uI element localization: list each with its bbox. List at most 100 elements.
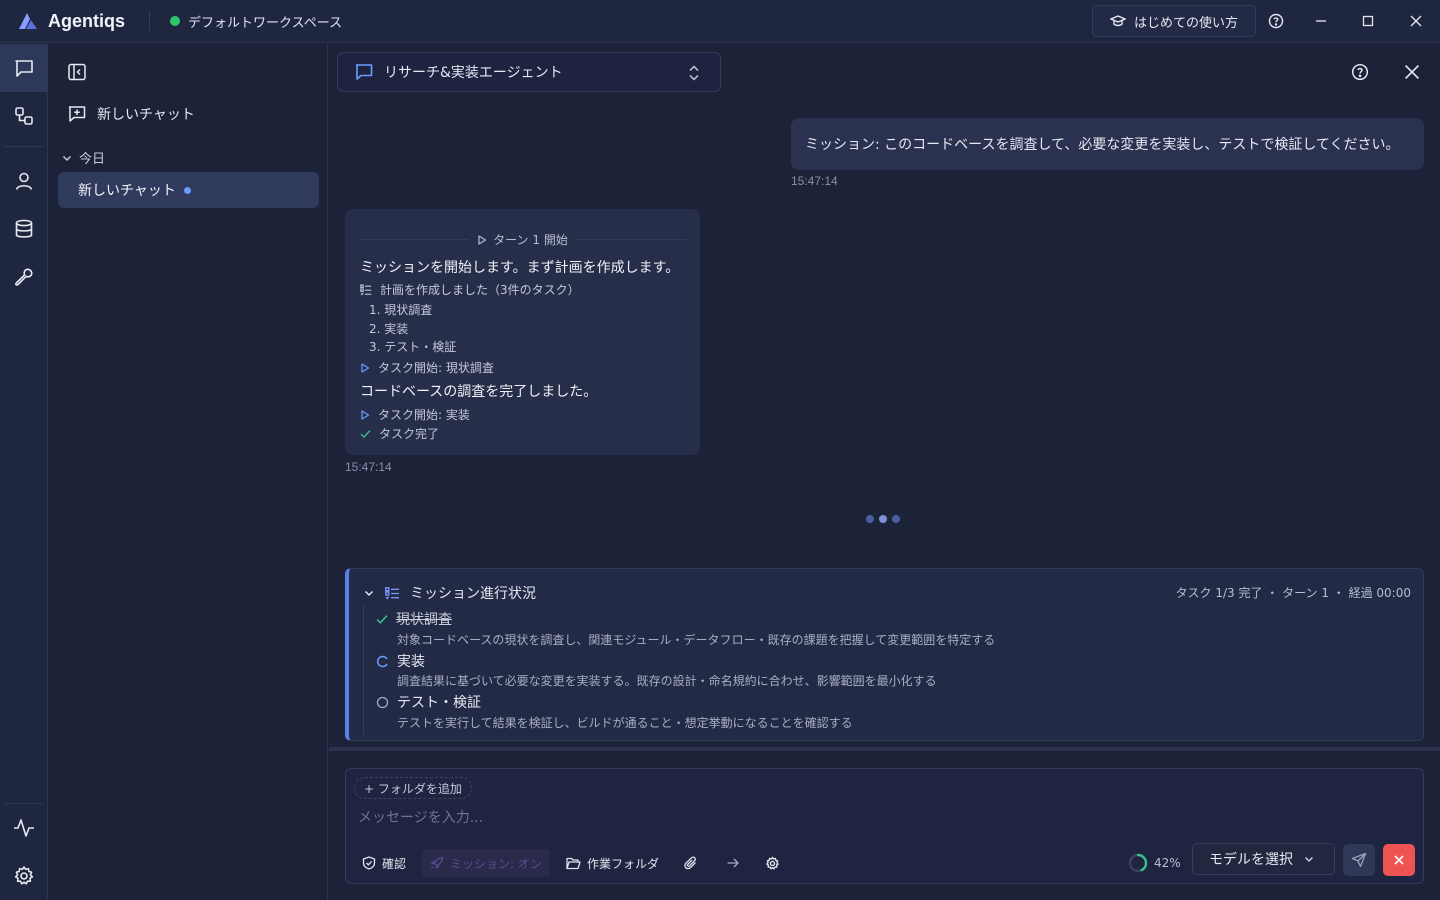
checklist-icon	[385, 586, 399, 599]
context-ring-icon	[1128, 853, 1148, 873]
model-selector-label: モデルを選択	[1209, 852, 1293, 868]
spinner-icon	[376, 655, 388, 667]
work-folder-button[interactable]: 作業フォルダ	[566, 849, 659, 877]
rail-chat-button[interactable]	[0, 44, 48, 92]
mission-task-item: 実装	[376, 651, 425, 671]
context-usage-indicator: 42%	[1128, 849, 1181, 877]
mission-task-title: 現状調査	[396, 612, 452, 628]
rocket-icon	[430, 856, 444, 870]
chat-bubble-icon	[355, 64, 373, 80]
composer-settings-button[interactable]	[765, 849, 780, 877]
sidebar-chat-item-label: 新しいチャット	[78, 183, 176, 199]
chevron-down-icon	[62, 155, 72, 161]
agent-message: ターン 1 開始 ミッションを開始します。まず計画を作成します。 計画を作成しま…	[345, 209, 700, 455]
close-icon	[1404, 64, 1420, 80]
chevron-up-down-icon	[689, 65, 699, 81]
new-chat-icon	[68, 106, 86, 122]
chat-sidebar: 新しいチャット 今日 新しいチャット	[49, 44, 328, 900]
help-circle-icon	[1351, 63, 1369, 81]
mission-task-desc: 対象コードベースの現状を調査し、関連モジュール・データフロー・既存の課題を把握し…	[397, 633, 996, 647]
typing-dot	[866, 515, 874, 523]
mission-progress-toggle[interactable]: ミッション進行状況	[363, 583, 536, 603]
mission-mode-label: ミッション: オン	[450, 856, 542, 871]
task-start-row: タスク開始: 現状調査	[360, 359, 494, 376]
chat-icon	[15, 60, 33, 77]
play-icon	[478, 234, 487, 245]
sidebar-chat-item[interactable]: 新しいチャット	[58, 172, 319, 208]
activity-pulse-icon	[14, 819, 34, 837]
forward-button[interactable]	[726, 849, 740, 877]
new-chat-button[interactable]: 新しいチャット	[67, 104, 195, 124]
workspace-switcher[interactable]: デフォルトワークスペース	[170, 12, 342, 31]
send-button[interactable]	[1343, 844, 1375, 876]
model-selector[interactable]: モデルを選択	[1192, 843, 1335, 875]
rail-workflow-button[interactable]	[0, 92, 48, 140]
close-chat-button[interactable]	[1403, 63, 1421, 81]
task-start-label: タスク開始: 実装	[378, 408, 470, 422]
mission-task-desc: 調査結果に基づいて必要な変更を実装する。既存の設計・命名規約に合わせ、影響範囲を…	[397, 674, 937, 688]
close-icon	[1410, 15, 1422, 27]
mission-task-title: テスト・検証	[397, 695, 481, 711]
play-icon	[361, 409, 370, 420]
message-input[interactable]	[358, 807, 1258, 829]
mission-task-title: 実装	[397, 654, 425, 670]
rail-settings-button[interactable]	[0, 852, 48, 900]
title-divider	[149, 11, 151, 31]
gear-icon	[766, 856, 779, 869]
close-window-button[interactable]	[1407, 12, 1425, 30]
workflow-icon	[15, 107, 33, 125]
collapse-sidebar-button[interactable]	[67, 62, 87, 82]
workspace-name: デフォルトワークスペース	[188, 15, 343, 31]
task-start-label: タスク開始: 現状調査	[378, 361, 494, 375]
rail-tools-button[interactable]	[0, 253, 48, 301]
plan-created-label: 計画を作成しました（3件のタスク）	[380, 283, 580, 297]
user-message-text: ミッション: このコードベースを調査して、必要な変更を実装し、テストで検証してく…	[805, 137, 1400, 153]
user-icon	[15, 172, 33, 190]
chat-group-today[interactable]: 今日	[61, 148, 105, 167]
database-icon	[15, 219, 33, 238]
unread-indicator	[183, 186, 191, 194]
maximize-button[interactable]	[1359, 12, 1377, 30]
mission-task-desc: テストを実行して結果を検証し、ビルドが通ること・想定挙動になることを確認する	[397, 716, 853, 730]
rail-database-button[interactable]	[0, 205, 48, 253]
app-logo: Agentiqs	[16, 11, 125, 32]
chevron-down-icon	[364, 590, 374, 597]
stop-button[interactable]	[1383, 844, 1415, 876]
play-icon	[361, 362, 370, 373]
mission-mode-toggle[interactable]: ミッション: オン	[422, 849, 550, 877]
help-circle-icon	[1268, 13, 1284, 29]
mission-task-item: 現状調査	[376, 609, 452, 629]
agent-completed-text: コードベースの調査を完了しました。	[360, 384, 598, 400]
confirm-toggle[interactable]: 確認	[362, 849, 406, 877]
minimize-button[interactable]	[1312, 12, 1330, 30]
add-folder-button[interactable]: + フォルダを追加	[354, 777, 472, 799]
agent-selector[interactable]: リサーチ&実装エージェント	[337, 52, 721, 92]
getting-started-button[interactable]: はじめての使い方	[1092, 5, 1256, 37]
typing-dot	[879, 515, 887, 523]
typing-indicator	[866, 515, 900, 523]
plan-item: 1. 現状調査	[369, 303, 433, 317]
arrow-right-icon	[727, 858, 739, 868]
check-icon	[360, 429, 371, 438]
attach-button[interactable]	[684, 849, 698, 877]
work-folder-label: 作業フォルダ	[587, 856, 660, 871]
app-name: Agentiqs	[48, 10, 126, 31]
chat-help-button[interactable]	[1351, 63, 1369, 81]
graduation-cap-icon	[1109, 15, 1126, 27]
new-chat-label: 新しいチャット	[97, 107, 195, 123]
message-composer: + フォルダを追加 確認 ミッション: オン 作業フォルダ	[345, 768, 1424, 884]
rail-activity-button[interactable]	[0, 804, 48, 852]
rail-agents-button[interactable]	[0, 157, 48, 205]
plan-item: 2. 実装	[369, 322, 409, 336]
add-folder-label: + フォルダを追加	[364, 781, 462, 796]
composer-resize-handle[interactable]	[329, 747, 1440, 751]
maximize-icon	[1362, 15, 1374, 27]
mission-progress-panel: ミッション進行状況 タスク 1/3 完了 ・ ターン 1 ・ 経過 00:00 …	[345, 568, 1424, 741]
minimize-icon	[1316, 20, 1326, 22]
close-icon	[1394, 855, 1404, 865]
getting-started-label: はじめての使い方	[1133, 15, 1238, 31]
chat-group-label: 今日	[79, 152, 106, 167]
help-button[interactable]	[1267, 12, 1285, 30]
chevron-down-icon	[1304, 856, 1314, 863]
agent-selector-label: リサーチ&実装エージェント	[384, 65, 563, 81]
